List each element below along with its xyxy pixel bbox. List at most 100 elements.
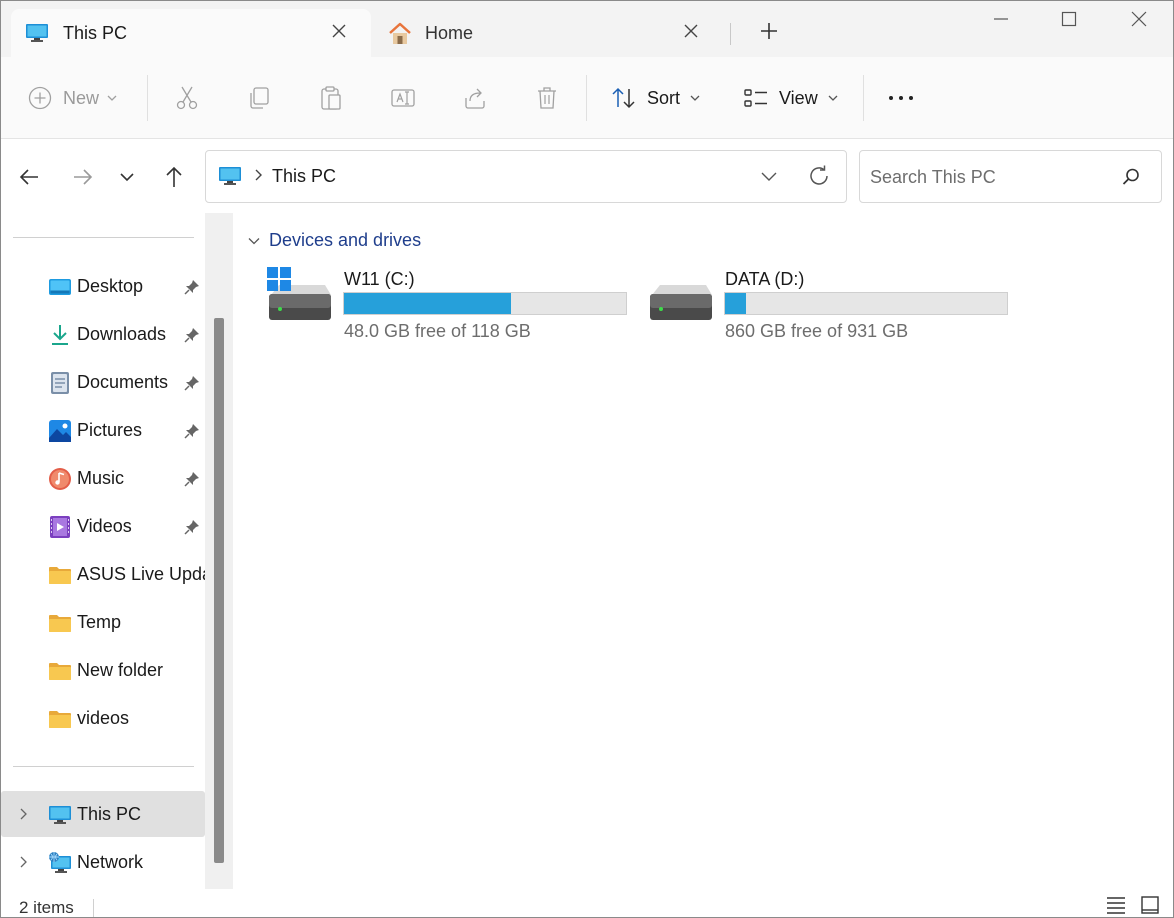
scissors-icon (173, 84, 201, 112)
monitor-icon (48, 803, 72, 827)
arrow-right-icon (69, 163, 97, 191)
search-input[interactable] (870, 165, 1120, 189)
minimize-icon (985, 7, 1017, 35)
plus-icon (757, 19, 781, 43)
address-bar[interactable]: This PC (205, 150, 847, 203)
tab-label: Home (425, 23, 473, 44)
drive-c[interactable]: W11 (C:) 48.0 GB free of 118 GB (267, 265, 647, 345)
close-window-button[interactable] (1123, 7, 1155, 35)
sidebar-divider (13, 766, 194, 767)
view-button[interactable]: View (743, 83, 840, 113)
drive-usage-fill (344, 293, 511, 314)
view-list-icon (743, 85, 769, 111)
sidebar-item-desktop[interactable]: Desktop (1, 263, 205, 309)
delete-button[interactable] (533, 83, 561, 113)
back-button[interactable] (16, 163, 44, 191)
share-button[interactable] (461, 83, 489, 113)
cut-button[interactable] (173, 83, 201, 113)
copy-button[interactable] (245, 83, 273, 113)
group-header-devices[interactable]: Devices and drives (247, 230, 421, 251)
drive-icon (648, 265, 714, 325)
plus-circle-icon (27, 85, 53, 111)
scrollbar-thumb[interactable] (214, 318, 224, 863)
recent-locations-button[interactable] (113, 163, 141, 191)
rename-icon (389, 84, 417, 112)
up-button[interactable] (160, 163, 188, 191)
videos-icon (48, 515, 72, 539)
breadcrumb-chevron-icon[interactable] (253, 167, 265, 188)
close-tab-icon[interactable] (681, 21, 701, 41)
pin-icon[interactable] (183, 278, 201, 296)
sidebar-item-label: videos (77, 708, 205, 729)
pictures-icon (48, 419, 72, 443)
chevron-down-icon (688, 91, 702, 105)
sidebar-item-videos-folder[interactable]: videos (1, 695, 205, 741)
search-box[interactable] (859, 150, 1162, 203)
drive-d[interactable]: DATA (D:) 860 GB free of 931 GB (648, 265, 1028, 345)
new-button[interactable]: New (27, 83, 119, 113)
minimize-button[interactable] (985, 7, 1017, 35)
folder-icon (48, 707, 72, 731)
chevron-right-icon[interactable] (15, 854, 31, 870)
sort-button[interactable]: Sort (611, 83, 702, 113)
sidebar-divider (13, 237, 194, 238)
sidebar-item-music[interactable]: Music (1, 455, 205, 501)
monitor-icon (25, 21, 49, 50)
file-explorer-window: This PC Home (0, 0, 1174, 918)
command-divider (586, 75, 587, 121)
paste-button[interactable] (317, 83, 345, 113)
sidebar-item-temp[interactable]: Temp (1, 599, 205, 645)
home-icon (387, 21, 413, 52)
document-icon (48, 371, 72, 395)
sidebar-item-label: This PC (77, 804, 205, 825)
view-label: View (779, 88, 818, 109)
details-view-button[interactable] (1105, 895, 1127, 915)
chevron-right-icon[interactable] (15, 806, 31, 822)
clipboard-icon (317, 84, 345, 112)
folder-icon (48, 659, 72, 683)
sidebar-item-documents[interactable]: Documents (1, 359, 205, 405)
refresh-icon (806, 163, 832, 189)
sidebar-item-downloads[interactable]: Downloads (1, 311, 205, 357)
drive-usage-bar (343, 292, 627, 315)
rename-button[interactable] (389, 83, 417, 113)
network-icon (48, 851, 72, 875)
tab-this-pc[interactable]: This PC (11, 9, 371, 57)
breadcrumb[interactable]: This PC (272, 166, 336, 187)
pin-icon[interactable] (183, 422, 201, 440)
download-icon (48, 323, 72, 347)
details-view-icon (1105, 895, 1127, 915)
pin-icon[interactable] (183, 518, 201, 536)
trash-icon (533, 84, 561, 112)
search-icon[interactable] (1121, 167, 1141, 192)
maximize-button[interactable] (1053, 7, 1085, 35)
title-bar: This PC Home (1, 1, 1173, 57)
tab-home[interactable]: Home (373, 9, 723, 57)
large-icons-view-button[interactable] (1139, 895, 1161, 915)
sidebar-item-this-pc[interactable]: This PC (1, 791, 205, 837)
arrow-up-icon (160, 163, 188, 191)
pin-icon[interactable] (183, 374, 201, 392)
drive-usage-bar (724, 292, 1008, 315)
more-options-button[interactable] (887, 83, 915, 113)
sidebar-item-asus-live-update[interactable]: ASUS Live Update (1, 551, 205, 597)
drive-name: W11 (C:) (344, 269, 415, 290)
forward-button[interactable] (69, 163, 97, 191)
sidebar-scrollbar[interactable] (205, 213, 233, 889)
close-icon (1123, 7, 1155, 35)
pin-icon[interactable] (183, 470, 201, 488)
new-tab-button[interactable] (757, 19, 781, 43)
pin-icon[interactable] (183, 326, 201, 344)
drive-name: DATA (D:) (725, 269, 804, 290)
address-history-button[interactable] (758, 165, 780, 187)
folder-icon (48, 611, 72, 635)
sidebar-item-new-folder[interactable]: New folder (1, 647, 205, 693)
sidebar-item-label: Temp (77, 612, 205, 633)
sidebar-item-network[interactable]: Network (1, 839, 205, 885)
refresh-button[interactable] (806, 163, 832, 189)
sidebar-item-pictures[interactable]: Pictures (1, 407, 205, 453)
status-bar: 2 items (1, 889, 1173, 918)
close-tab-icon[interactable] (329, 21, 349, 41)
sidebar-item-videos[interactable]: Videos (1, 503, 205, 549)
maximize-icon (1053, 7, 1085, 35)
